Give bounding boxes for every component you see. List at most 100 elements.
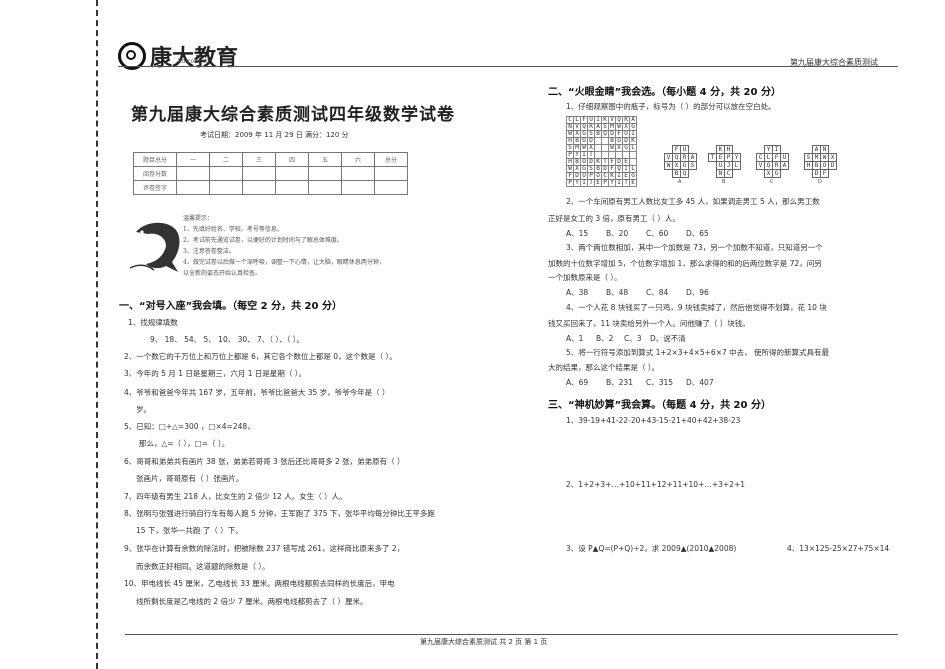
score-header-cell: 总分 (374, 152, 408, 167)
option-b[interactable]: B、20 (606, 228, 646, 239)
score-header-cell: 五 (308, 152, 342, 167)
question-text: 2、1+2+3+…+10+11+12+11+10+…+3+2+1 (566, 480, 746, 489)
option-d[interactable]: D、96 (686, 288, 709, 297)
question-text: 1、39-19+41-22-20+43-15-21+40+42+38-23 (566, 416, 741, 425)
question-text: 6、哥哥和弟弟共有画片 38 张，弟弟若哥哥 3 张后还比哥哥多 2 张，弟弟原… (124, 457, 405, 466)
question-text: 那么，△=（ ），□=（ ）。 (139, 439, 230, 448)
question-text: 张画片，哥哥原有（ ）张画片。 (136, 474, 244, 483)
score-header-cell: 三 (242, 152, 276, 167)
score-cell[interactable] (176, 166, 210, 181)
question-text: 5、已知：□+△=300 ，□×4=248， (124, 422, 255, 431)
question-text: 4、13×125-25×27+75×14 (787, 544, 890, 553)
option-a[interactable]: A、69 (566, 377, 606, 388)
pattern-grid: CLFUIKVQRA NVQRASMWXG WXGSBQDFUI HBODBOD… (566, 116, 637, 187)
question-text: 2、一个车间原有男工人数比女工多 45 人，如果调走男工 5 人，那么男工数 (566, 197, 820, 206)
question-text: 4、一个人花 8 块钱买了一只鸡，9 块钱卖掉了，然后他觉得不划算，花 10 块 (566, 303, 827, 312)
score-header-cell: 四 (275, 152, 309, 167)
page-footer: 第九届康大综合素质测试 共 2 页 第 1 页 (420, 638, 548, 646)
answer-options: A、15 B、20 C、60 D、65 (566, 228, 709, 239)
option-tile-a[interactable]: FU VQRA WXGS BQ (664, 145, 697, 178)
tips-line: 1、先填好姓名、学校、考号等信息。 (183, 226, 283, 233)
score-header-cell: 题目总分 (133, 152, 177, 167)
question-text: 10、甲电线长 45 厘米，乙电线长 33 厘米。两根电线都剪去同样的长度后，甲… (124, 579, 395, 588)
score-header-cell: 二 (209, 152, 243, 167)
score-cell[interactable] (275, 180, 309, 195)
question-text: 9、 18、 54、 5、 10、 30、 7、（ ）、（ ）。 (150, 335, 305, 344)
tips-box: 温馨提示： 1、先填好姓名、学校、考号等信息。 2、考试前先通览试卷，以便好的计… (183, 213, 385, 279)
answer-options: A、38 B、48 C、84 D、96 (566, 287, 709, 298)
question-text: 2、一个数它的千万位上和万位上都是 6，其它各个数位上都是 0，这个数是（ ）。 (124, 352, 397, 361)
option-tile-label: D (818, 179, 822, 185)
tips-line: 以全新的姿态开始认真检查。 (183, 270, 262, 277)
score-cell[interactable] (374, 180, 408, 195)
header-rule (118, 66, 898, 67)
logo-text: 康大教育 (150, 45, 239, 71)
exam-meta: 考试日期：2009 年 11 月 29 日 满分：120 分 (200, 131, 349, 139)
question-text: 3、设 P▲Q=(P+Q)÷2，求 2009▲(2010▲2008) (566, 544, 737, 553)
option-b[interactable]: B、2 (596, 333, 624, 344)
question-text: 加数的十位数字增加 5，个位数字增加 1，那么求得的和的后两位数字是 72，问另 (548, 259, 822, 268)
tips-line: 2、考试前先通览试卷，以便好的计划时间与了解总体难度。 (183, 237, 343, 244)
score-cell[interactable] (176, 180, 210, 195)
question-text: 3、今年的 5 月 1 日是星期三，六月 1 日是星期（ ）。 (124, 369, 307, 378)
answer-options: A、69 B、231 C、315 D、407 (566, 377, 714, 388)
option-a[interactable]: A、38 (566, 287, 606, 298)
option-a[interactable]: A、1 (566, 333, 596, 344)
question-text: 1、找规律填数 (128, 318, 178, 327)
score-cell[interactable] (242, 166, 276, 181)
footer-rule (125, 634, 898, 635)
score-cell[interactable] (308, 180, 342, 195)
question-text: 钱又买回来了，11 块卖给另外一个人。问他赚了（ ）块钱。 (548, 319, 750, 328)
binding-dashed-line (96, 0, 98, 669)
option-d[interactable]: D、65 (686, 229, 709, 238)
score-cell[interactable] (341, 180, 375, 195)
score-table: 题目总分 一 二 三 四 五 六 总分 阅卷分数 评卷签字 (133, 152, 408, 195)
question-text: 4、爷爷和爸爸今年共 167 岁，五年前，爷爷比爸爸大 35 岁，爷爷今年是（ … (124, 388, 390, 397)
option-d[interactable]: D、407 (686, 378, 714, 387)
score-cell[interactable] (209, 166, 243, 181)
score-cell[interactable] (209, 180, 243, 195)
page-title: 第九届康大综合素质测试四年级数学试卷 (131, 105, 455, 125)
question-text: 7、四年级有男生 218 人，比女生的 2 倍少 12 人。女生（ ）人。 (124, 492, 347, 501)
question-text: 15 下，张华一共跑 了（ ）下。 (136, 526, 243, 535)
question-text: 3、两个两位数相加，其中一个加数是 73，另一个加数不知道，只知道另一个 (566, 243, 823, 252)
question-text: 1、仔细观察图中的瓶子，标号为（ ）的部分可以放在空白处。 (566, 102, 776, 111)
option-a[interactable]: A、15 (566, 228, 606, 239)
question-text: 线所剩长度是乙电线的 2 倍少 7 厘米。两根电线都剪去了（ ）厘米。 (136, 597, 368, 606)
option-tile-b[interactable]: KH TEPY UJL NC (708, 145, 741, 178)
option-tile-label: A (678, 179, 682, 185)
score-header-cell: 一 (176, 152, 210, 167)
section1-title: 一、“对号入座”我会填。（每空 2 分，共 20 分） (119, 301, 342, 312)
option-c[interactable]: C、60 (646, 228, 686, 239)
option-b[interactable]: B、48 (606, 287, 646, 298)
score-row-label: 评卷签字 (133, 180, 177, 195)
logo-subtext: kd.com.cn (178, 58, 210, 65)
option-tile-c[interactable]: YI CLFU VQRA XG (756, 145, 789, 178)
option-tile-label: B (722, 179, 726, 185)
tips-heading: 温馨提示： (183, 215, 214, 222)
score-header-cell: 六 (341, 152, 375, 167)
score-cell[interactable] (308, 166, 342, 181)
question-text: 岁。 (136, 405, 151, 414)
question-text: 5、将一行符号添加到算式 1+2×3+4×5+6×7 中去， 使所得的新算式具有… (566, 348, 830, 357)
question-text: 8、张明与张强进行骑自行车有每人跑 5 分钟，王军跑了 375 下，张华平均每分… (124, 509, 435, 518)
tips-line: 3、注意答卷整洁。 (183, 248, 235, 255)
option-d[interactable]: D、说不清 (650, 334, 686, 343)
score-cell[interactable] (374, 166, 408, 181)
option-c[interactable]: C、84 (646, 287, 686, 298)
score-cell[interactable] (341, 166, 375, 181)
section2-title: 二、“火眼金睛”我会选。（每小题 4 分，共 20 分） (548, 87, 781, 98)
question-text: 大的结果，那么这个结果是（ ）。 (548, 363, 660, 372)
score-cell[interactable] (275, 166, 309, 181)
question-text: 一个加数原来是（ ）。 (548, 273, 622, 282)
question-text: 而余数正好相同。这道题的除数是（ ）。 (136, 562, 270, 571)
logo: 康大教育 (118, 40, 238, 72)
score-cell[interactable] (242, 180, 276, 195)
option-tile-d[interactable]: AN SMWX HBOD DF (804, 145, 837, 178)
question-text: 9、张华在计算有余数的除法时，把被除数 237 错写成 261，这样商比原来多了… (124, 544, 405, 553)
answer-options: A、1 B、2 C、3 D、说不清 (566, 333, 686, 344)
option-c[interactable]: C、3 (624, 333, 650, 344)
option-c[interactable]: C、315 (646, 377, 686, 388)
section3-title: 三、“神机妙算”我会算。（每题 4 分，共 20 分） (548, 400, 771, 411)
option-b[interactable]: B、231 (606, 377, 646, 388)
